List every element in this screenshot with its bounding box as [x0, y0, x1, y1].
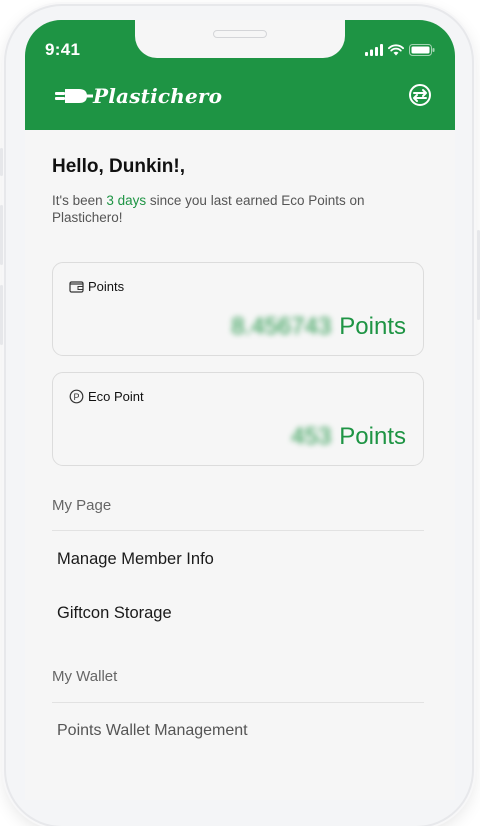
- eco-card-label: P Eco Point: [69, 389, 144, 404]
- status-icons: [365, 44, 435, 56]
- points-card[interactable]: Points 8.456743 Points: [52, 262, 424, 356]
- wallet-icon: [69, 281, 84, 293]
- eco-unit: Points: [339, 423, 406, 450]
- app-screen: 9:41 Plastichero Hello, Dunkin!, It's be…: [25, 20, 455, 800]
- eco-label-text: Eco Point: [88, 389, 144, 404]
- my-page-divider: [52, 530, 424, 531]
- manage-member-info-item[interactable]: Manage Member Info: [57, 550, 214, 569]
- points-unit: Points: [339, 313, 406, 340]
- switch-arrows-icon: [409, 84, 431, 106]
- app-header: 9:41 Plastichero: [25, 20, 455, 130]
- phone-side-button: [0, 148, 3, 176]
- eco-value: 453 Points: [291, 423, 406, 451]
- eco-amount: 453: [291, 423, 332, 450]
- points-amount: 8.456743: [231, 313, 332, 340]
- app-logo: Plastichero: [55, 84, 222, 108]
- svg-text:P: P: [73, 392, 79, 402]
- eco-point-card[interactable]: P Eco Point 453 Points: [52, 372, 424, 466]
- battery-icon: [409, 44, 435, 56]
- phone-side-button: [0, 285, 3, 345]
- subtext-prefix: It's been: [52, 193, 107, 208]
- my-wallet-divider: [52, 702, 424, 703]
- points-card-label: Points: [69, 279, 124, 294]
- phone-side-button: [0, 205, 3, 265]
- greeting-subtext: It's been 3 days since you last earned E…: [52, 192, 412, 226]
- wifi-icon: [388, 44, 404, 56]
- greeting-title: Hello, Dunkin!,: [52, 156, 185, 177]
- circle-p-icon: P: [69, 389, 84, 404]
- my-page-title: My Page: [52, 497, 112, 514]
- switch-button[interactable]: [403, 78, 437, 112]
- logo-text: Plastichero: [93, 84, 223, 108]
- days-highlight: 3 days: [106, 193, 147, 208]
- points-wallet-management-item[interactable]: Points Wallet Management: [57, 722, 248, 740]
- giftcon-storage-item[interactable]: Giftcon Storage: [57, 604, 172, 623]
- phone-notch: [135, 20, 345, 58]
- points-value: 8.456743 Points: [231, 313, 406, 341]
- plug-logo-icon: [55, 89, 93, 103]
- my-wallet-title: My Wallet: [52, 668, 118, 685]
- points-label-text: Points: [88, 279, 125, 294]
- notch-speaker: [213, 30, 267, 38]
- status-time: 9:41: [45, 40, 81, 59]
- signal-icon: [365, 44, 383, 56]
